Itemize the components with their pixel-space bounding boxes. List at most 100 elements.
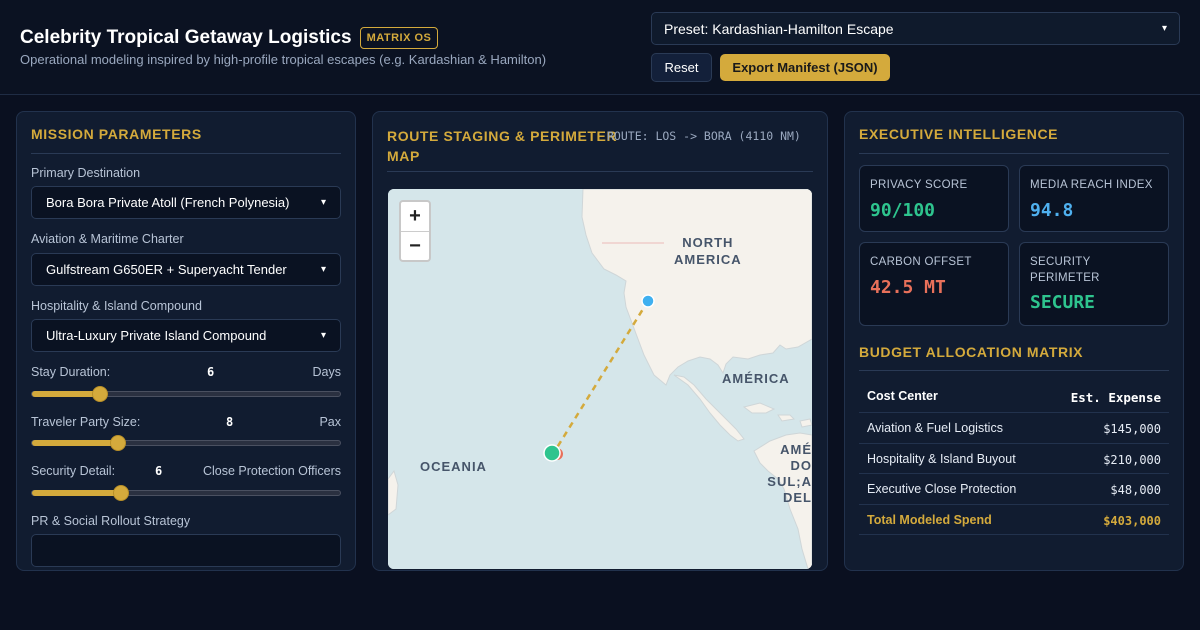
table-row: Executive Close Protection $48,000 bbox=[859, 474, 1169, 505]
media-reach-card: MEDIA REACH INDEX 94.8 bbox=[1019, 165, 1169, 232]
hospitality-select[interactable]: Ultra-Luxury Private Island Compound ▾ bbox=[31, 319, 341, 352]
slider-thumb[interactable] bbox=[91, 386, 108, 402]
chevron-down-icon: ▾ bbox=[1161, 23, 1167, 34]
route-map[interactable]: NORTH AMERICA AMÉRICA OCEANIA AMÉ DO SUL… bbox=[388, 189, 812, 569]
route-map-panel: ROUTE STAGING & PERIMETER MAP ROUTE: LOS… bbox=[372, 111, 828, 571]
slider-fill bbox=[32, 391, 100, 397]
map-label-line: AMÉ bbox=[780, 442, 812, 457]
party-size-row: Traveler Party Size: 8 Pax bbox=[31, 415, 341, 429]
export-manifest-button[interactable]: Export Manifest (JSON) bbox=[720, 54, 890, 81]
divider bbox=[31, 153, 341, 154]
expense-cell: $210,000 bbox=[1103, 452, 1161, 467]
mission-parameters-panel: MISSION PARAMETERS Primary Destination B… bbox=[16, 111, 356, 571]
stay-value: 6 bbox=[207, 365, 215, 379]
route-summary: ROUTE: LOS -> BORA (4110 NM) bbox=[607, 129, 801, 143]
party-unit: Pax bbox=[319, 415, 341, 429]
hospitality-value: Ultra-Luxury Private Island Compound bbox=[46, 328, 267, 343]
slider-thumb[interactable] bbox=[113, 485, 130, 501]
security-value: 6 bbox=[155, 464, 163, 478]
divider bbox=[387, 171, 813, 172]
stat-label: PRIVACY SCORE bbox=[870, 179, 968, 191]
map-label-south-america: AMÉ DO SUL;A DEL bbox=[746, 442, 812, 506]
budget-table: Cost Center Est. Expense Aviation & Fuel… bbox=[859, 382, 1169, 535]
party-label: Traveler Party Size: bbox=[31, 415, 141, 429]
expense-cell: $145,000 bbox=[1103, 422, 1161, 436]
origin-marker bbox=[641, 294, 655, 308]
zoom-control: + − bbox=[399, 200, 431, 262]
matrix-badge: MATRIX OS bbox=[359, 27, 439, 49]
panel-title-line: ROUTE STAGING & PERIMETER bbox=[387, 128, 618, 144]
security-unit: Close Protection Officers bbox=[202, 464, 341, 478]
panel-title: ROUTE STAGING & PERIMETER MAP bbox=[387, 126, 617, 166]
party-size-slider[interactable] bbox=[31, 435, 341, 451]
security-label: Security Detail: bbox=[31, 464, 116, 478]
chevron-down-icon: ▾ bbox=[320, 197, 326, 208]
table-row: Hospitality & Island Buyout $210,000 bbox=[859, 444, 1169, 474]
app-subtitle: Operational modeling inspired by high-pr… bbox=[20, 52, 547, 67]
divider bbox=[859, 370, 1169, 371]
pr-strategy-select[interactable] bbox=[31, 534, 341, 567]
stat-label: CARBON OFFSET bbox=[870, 256, 972, 268]
charter-select[interactable]: Gulfstream G650ER + Superyacht Tender ▾ bbox=[31, 253, 341, 286]
expense-cell: $48,000 bbox=[1110, 483, 1161, 497]
carbon-offset-card: CARBON OFFSET 42.5 MT bbox=[859, 242, 1009, 326]
table-row: Aviation & Fuel Logistics $145,000 bbox=[859, 413, 1169, 444]
cost-center-cell: Executive Close Protection bbox=[867, 482, 1017, 496]
cost-center-cell: Aviation & Fuel Logistics bbox=[867, 421, 1003, 435]
map-label-oceania: OCEANIA bbox=[420, 459, 487, 474]
security-detail-row: Security Detail: 6 Close Protection Offi… bbox=[31, 464, 341, 478]
panel-title: EXECUTIVE INTELLIGENCE bbox=[859, 126, 1059, 142]
panel-title: MISSION PARAMETERS bbox=[31, 126, 202, 142]
table-header: Cost Center Est. Expense bbox=[859, 382, 1169, 413]
destination-select[interactable]: Bora Bora Private Atoll (French Polynesi… bbox=[31, 186, 341, 219]
stat-label: SECURITY PERIMETER bbox=[1030, 254, 1100, 286]
pr-strategy-label: PR & Social Rollout Strategy bbox=[31, 514, 191, 528]
charter-label: Aviation & Maritime Charter bbox=[31, 232, 184, 246]
divider bbox=[859, 153, 1169, 154]
preset-value: Preset: Kardashian-Hamilton Escape bbox=[664, 20, 894, 37]
chevron-down-icon: ▾ bbox=[320, 330, 326, 341]
chevron-down-icon: ▾ bbox=[320, 264, 326, 275]
cost-center-cell: Hospitality & Island Buyout bbox=[867, 451, 1016, 466]
app-title: Celebrity Tropical Getaway Logistics bbox=[20, 27, 352, 48]
zoom-in-button[interactable]: + bbox=[401, 202, 429, 231]
stay-duration-row: Stay Duration: 6 Days bbox=[31, 365, 341, 379]
panel-title-line: MAP bbox=[387, 148, 420, 164]
carbon-offset-value: 42.5 MT bbox=[870, 277, 946, 298]
security-perimeter-value: SECURE bbox=[1030, 292, 1096, 313]
budget-title: BUDGET ALLOCATION MATRIX bbox=[859, 344, 1084, 360]
header-expense: Est. Expense bbox=[1070, 390, 1161, 405]
slider-fill bbox=[32, 440, 119, 446]
map-label-north-america: NORTH AMERICA bbox=[674, 234, 742, 268]
executive-intelligence-panel: EXECUTIVE INTELLIGENCE PRIVACY SCORE 90/… bbox=[844, 111, 1184, 571]
privacy-score-card: PRIVACY SCORE 90/100 bbox=[859, 165, 1009, 232]
total-value: $403,000 bbox=[1103, 513, 1161, 528]
security-detail-slider[interactable] bbox=[31, 485, 341, 501]
map-label-line: DEL bbox=[783, 490, 812, 505]
destination-label: Primary Destination bbox=[31, 166, 141, 180]
stay-label: Stay Duration: bbox=[31, 365, 111, 379]
map-label-america: AMÉRICA bbox=[722, 371, 790, 386]
stat-label: MEDIA REACH INDEX bbox=[1030, 179, 1153, 191]
preset-select[interactable]: Preset: Kardashian-Hamilton Escape ▾ bbox=[651, 12, 1180, 45]
destination-marker bbox=[543, 444, 561, 462]
map-label-line: NORTH bbox=[682, 235, 734, 250]
map-label-line: AMERICA bbox=[674, 252, 742, 267]
slider-thumb[interactable] bbox=[110, 435, 127, 451]
reset-button[interactable]: Reset bbox=[651, 53, 712, 82]
header-cost-center: Cost Center bbox=[867, 389, 938, 403]
stat-label-line: PERIMETER bbox=[1030, 272, 1100, 284]
app-header: Celebrity Tropical Getaway Logistics MAT… bbox=[0, 0, 1200, 95]
stat-label-line: SECURITY bbox=[1030, 256, 1091, 268]
security-perimeter-card: SECURITY PERIMETER SECURE bbox=[1019, 242, 1169, 326]
total-label: Total Modeled Spend bbox=[867, 512, 992, 527]
stay-unit: Days bbox=[312, 365, 341, 379]
zoom-out-button[interactable]: − bbox=[401, 232, 429, 261]
stay-duration-slider[interactable] bbox=[31, 386, 341, 402]
map-label-line: DO SUL;A bbox=[767, 458, 812, 489]
hospitality-label: Hospitality & Island Compound bbox=[31, 299, 202, 313]
slider-fill bbox=[32, 490, 122, 496]
total-row: Total Modeled Spend $403,000 bbox=[859, 505, 1169, 535]
destination-value: Bora Bora Private Atoll (French Polynesi… bbox=[46, 195, 290, 210]
party-value: 8 bbox=[226, 415, 234, 429]
